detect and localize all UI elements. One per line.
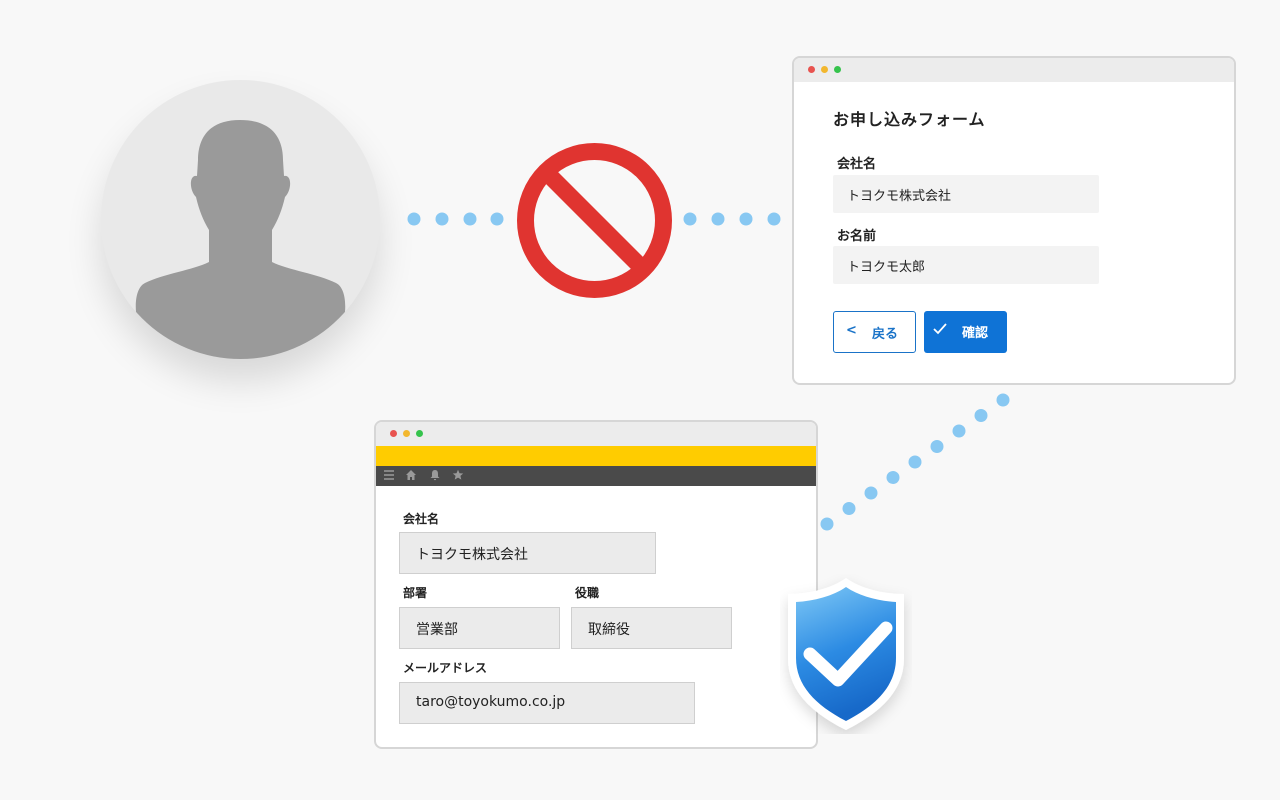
- app-toolbar: [376, 466, 816, 486]
- job-title-label: 役職: [575, 586, 600, 600]
- company-label: 会社名: [403, 512, 440, 526]
- maximize-window-button[interactable]: [416, 430, 423, 437]
- bell-icon[interactable]: [429, 469, 441, 481]
- company-field[interactable]: トヨクモ株式会社: [399, 532, 656, 574]
- company-field[interactable]: トヨクモ株式会社: [833, 175, 1099, 213]
- connector-dot: [886, 471, 900, 484]
- connector-dot: [908, 455, 922, 469]
- connector-dot: [407, 212, 421, 226]
- connector-dot: [463, 212, 477, 226]
- business-app-window: 会社名 トヨクモ株式会社 部署 営業部 役職 取締役 メールアドレス taro@…: [374, 420, 818, 749]
- confirm-button-label: 確認: [962, 326, 989, 341]
- menu-icon[interactable]: [383, 469, 395, 481]
- email-field[interactable]: taro@toyokumo.co.jp: [399, 682, 695, 724]
- connector-dot: [864, 486, 878, 500]
- job-title-field[interactable]: 取締役: [571, 607, 732, 649]
- connector-dot: [435, 212, 449, 226]
- user-avatar: [101, 80, 380, 359]
- connector-dot: [842, 502, 856, 515]
- minimize-window-button[interactable]: [821, 66, 828, 73]
- name-field[interactable]: トヨクモ太郎: [833, 246, 1099, 284]
- app-header-bar: [376, 446, 816, 466]
- home-icon[interactable]: [405, 469, 417, 481]
- department-label: 部署: [403, 586, 428, 600]
- no-entry-icon: [517, 143, 672, 298]
- connector-dot: [996, 393, 1010, 407]
- maximize-window-button[interactable]: [834, 66, 841, 73]
- minimize-window-button[interactable]: [403, 430, 410, 437]
- form-title: お申し込みフォーム: [833, 110, 986, 129]
- shield-check-icon: [788, 578, 904, 730]
- chevron-left-icon: <: [846, 323, 857, 338]
- connector-dot: [820, 517, 834, 531]
- close-window-button[interactable]: [808, 66, 815, 73]
- close-window-button[interactable]: [390, 430, 397, 437]
- name-label: お名前: [837, 229, 877, 244]
- connector-dot: [767, 212, 781, 226]
- connector-dot: [490, 212, 504, 226]
- checkmark-icon: [933, 323, 947, 335]
- person-silhouette-icon: [135, 120, 346, 359]
- connector-dot: [739, 212, 753, 226]
- company-label: 会社名: [837, 157, 877, 172]
- connector-dot: [952, 424, 966, 438]
- back-button[interactable]: < 戻る: [833, 311, 916, 353]
- connector-dot: [930, 440, 944, 453]
- connector-dot: [711, 212, 725, 226]
- window-titlebar: [376, 422, 816, 446]
- star-icon[interactable]: [452, 469, 464, 481]
- confirm-button[interactable]: 確認: [924, 311, 1007, 353]
- connector-dot: [974, 409, 988, 422]
- department-field[interactable]: 営業部: [399, 607, 560, 649]
- email-label: メールアドレス: [403, 661, 488, 675]
- back-button-label: 戻る: [872, 327, 899, 342]
- window-titlebar: [794, 58, 1234, 82]
- application-form-window: お申し込みフォーム 会社名 トヨクモ株式会社 お名前 トヨクモ太郎 < 戻る 確…: [792, 56, 1236, 385]
- connector-dot: [683, 212, 697, 226]
